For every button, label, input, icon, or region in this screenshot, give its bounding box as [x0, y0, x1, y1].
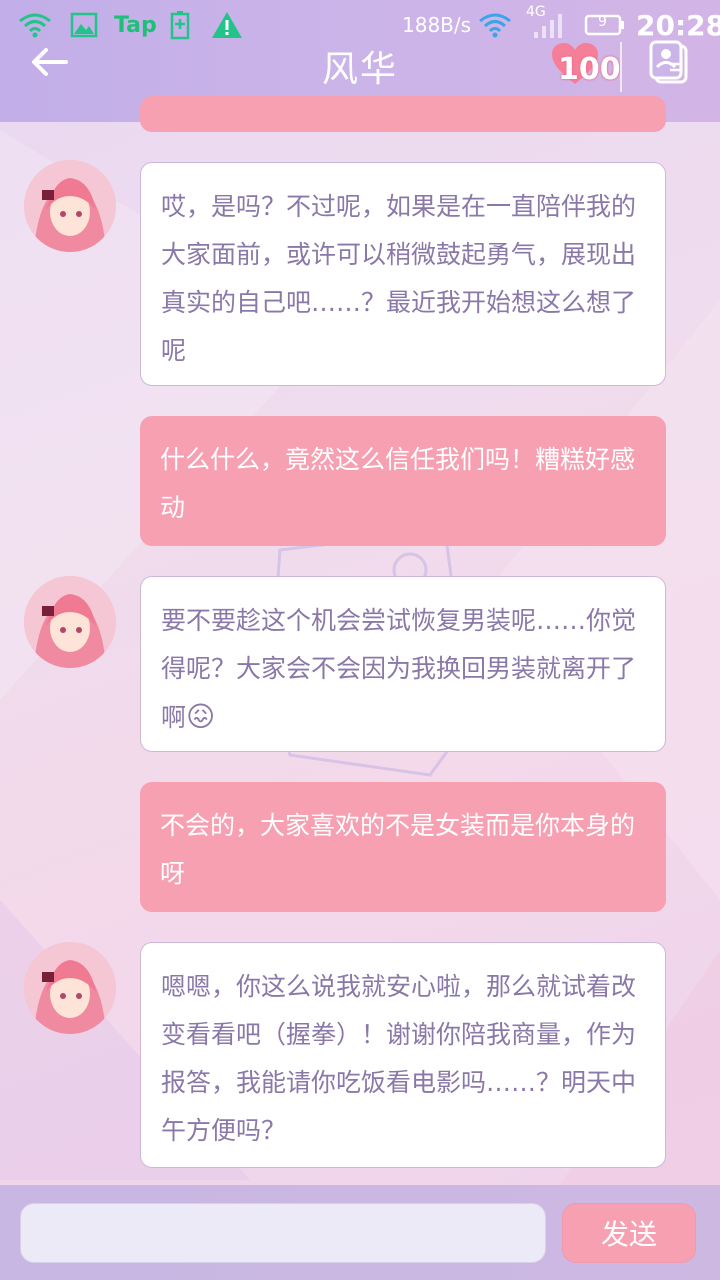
signal-icon — [530, 8, 566, 42]
warning-icon — [210, 8, 244, 42]
message-bubble-outgoing[interactable]: 什么什么，竟然这么信任我们吗！糟糕好感动 — [140, 416, 666, 546]
avatar[interactable] — [24, 942, 116, 1034]
header-divider — [620, 42, 622, 92]
confounded-emoji: 😖 — [186, 700, 216, 733]
avatar-image — [24, 942, 116, 1034]
message-input[interactable] — [20, 1203, 546, 1263]
battery-level: 9 — [598, 14, 607, 30]
message-text: 什么什么，竟然这么信任我们吗！糟糕好感动 — [160, 445, 636, 522]
avatar[interactable] — [24, 160, 116, 252]
image-icon — [70, 8, 98, 42]
message-bubble-incoming[interactable]: 哎，是吗？不过呢，如果是在一直陪伴我的大家面前，或许可以稍微鼓起勇气，展现出真实… — [140, 162, 666, 386]
message-text: 不会的，大家喜欢的不是女装而是你本身的呀 — [160, 811, 636, 888]
heart-count: 100 — [558, 52, 621, 87]
wifi-icon — [478, 8, 512, 42]
battery-charge-icon — [170, 8, 190, 42]
avatar[interactable] — [24, 576, 116, 668]
message-bubble-incoming[interactable]: 要不要趁这个机会尝试恢复男装呢……你觉得呢？大家会不会因为我换回男装就离开了啊😖 — [140, 576, 666, 752]
clock: 20:28 — [636, 8, 720, 42]
avatar-image — [24, 576, 116, 668]
message-bubble-outgoing[interactable]: 不会的，大家喜欢的不是女装而是你本身的呀 — [140, 782, 666, 912]
message-bubble-incoming[interactable]: 嗯嗯，你这么说我就安心啦，那么就试着改变看看吧（握拳）！谢谢你陪我商量，作为报答… — [140, 942, 666, 1168]
avatar-image — [24, 160, 116, 252]
message-text: 要不要趁这个机会尝试恢复男装呢……你觉得呢？大家会不会因为我换回男装就离开了啊 — [161, 606, 637, 732]
tap-icon: Tap — [114, 12, 157, 38]
contact-card-icon — [649, 40, 688, 84]
net-speed: 188B/s — [402, 13, 472, 37]
send-button[interactable]: 发送 — [562, 1203, 696, 1263]
battery-icon: 9 — [584, 8, 626, 42]
affection-indicator[interactable]: 100 — [548, 42, 621, 92]
message-text: 嗯嗯，你这么说我就安心啦，那么就试着改变看看吧（握拳）！谢谢你陪我商量，作为报答… — [161, 972, 637, 1145]
message-text: 哎，是吗？不过呢，如果是在一直陪伴我的大家面前，或许可以稍微鼓起勇气，展现出真实… — [161, 192, 637, 365]
contact-card-button[interactable] — [648, 40, 692, 84]
message-bubble-clipped — [140, 96, 666, 132]
wifi-icon — [18, 8, 52, 42]
input-bar: 发送 — [0, 1185, 720, 1280]
